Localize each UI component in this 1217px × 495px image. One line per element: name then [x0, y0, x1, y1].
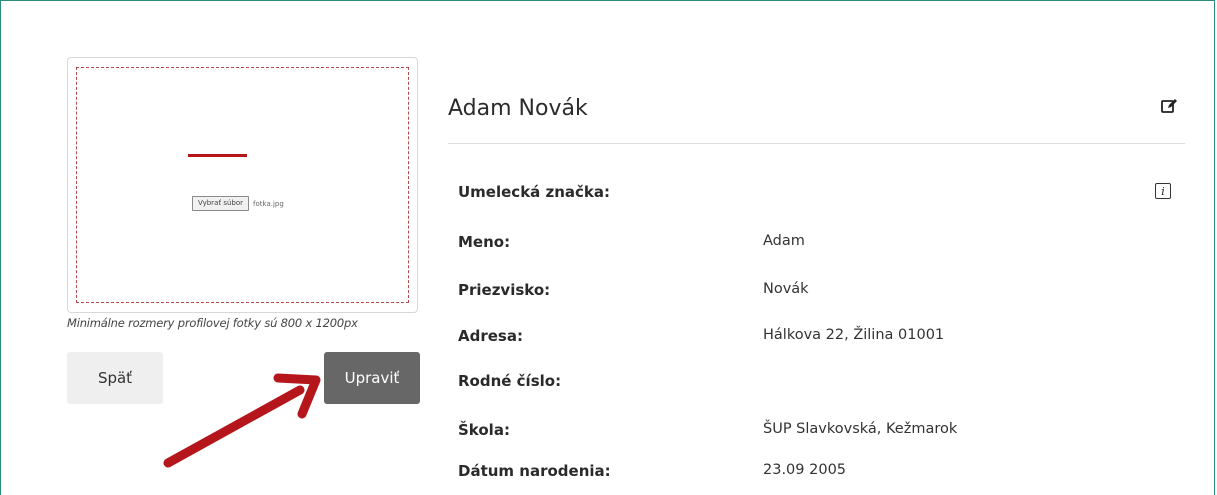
- field-value: Adam: [763, 233, 805, 249]
- header-divider: [448, 143, 1185, 144]
- photo-drop-zone[interactable]: [76, 67, 409, 303]
- field-label: Adresa:: [458, 327, 523, 345]
- profile-name: Adam Novák: [448, 96, 588, 121]
- field-value: Novák: [763, 281, 809, 297]
- selected-file-name: fotka.jpg: [253, 199, 284, 208]
- photo-upload-box[interactable]: Vybrať súbor fotka.jpg: [67, 57, 418, 313]
- field-label: Meno:: [458, 233, 511, 251]
- file-input[interactable]: Vybrať súbor fotka.jpg: [192, 196, 284, 211]
- edit-icon[interactable]: [1160, 97, 1178, 115]
- field-label: Škola:: [458, 421, 510, 439]
- field-label: Priezvisko:: [458, 281, 551, 299]
- field-value: ŠUP Slavkovská, Kežmarok: [763, 421, 958, 437]
- back-button[interactable]: Späť: [67, 352, 163, 404]
- edit-button[interactable]: Upraviť: [324, 352, 420, 404]
- field-label: Dátum narodenia:: [458, 462, 611, 480]
- choose-file-button[interactable]: Vybrať súbor: [192, 196, 250, 211]
- field-value: 23.09 2005: [763, 462, 847, 478]
- info-icon[interactable]: i: [1155, 183, 1171, 199]
- field-value: Hálkova 22, Žilina 01001: [763, 327, 945, 343]
- file-name-highlight: [188, 154, 247, 157]
- field-label: Rodné číslo:: [458, 372, 562, 390]
- field-label: Umelecká značka:: [458, 183, 611, 201]
- photo-size-hint: Minimálne rozmery profilovej fotky sú 80…: [67, 316, 358, 330]
